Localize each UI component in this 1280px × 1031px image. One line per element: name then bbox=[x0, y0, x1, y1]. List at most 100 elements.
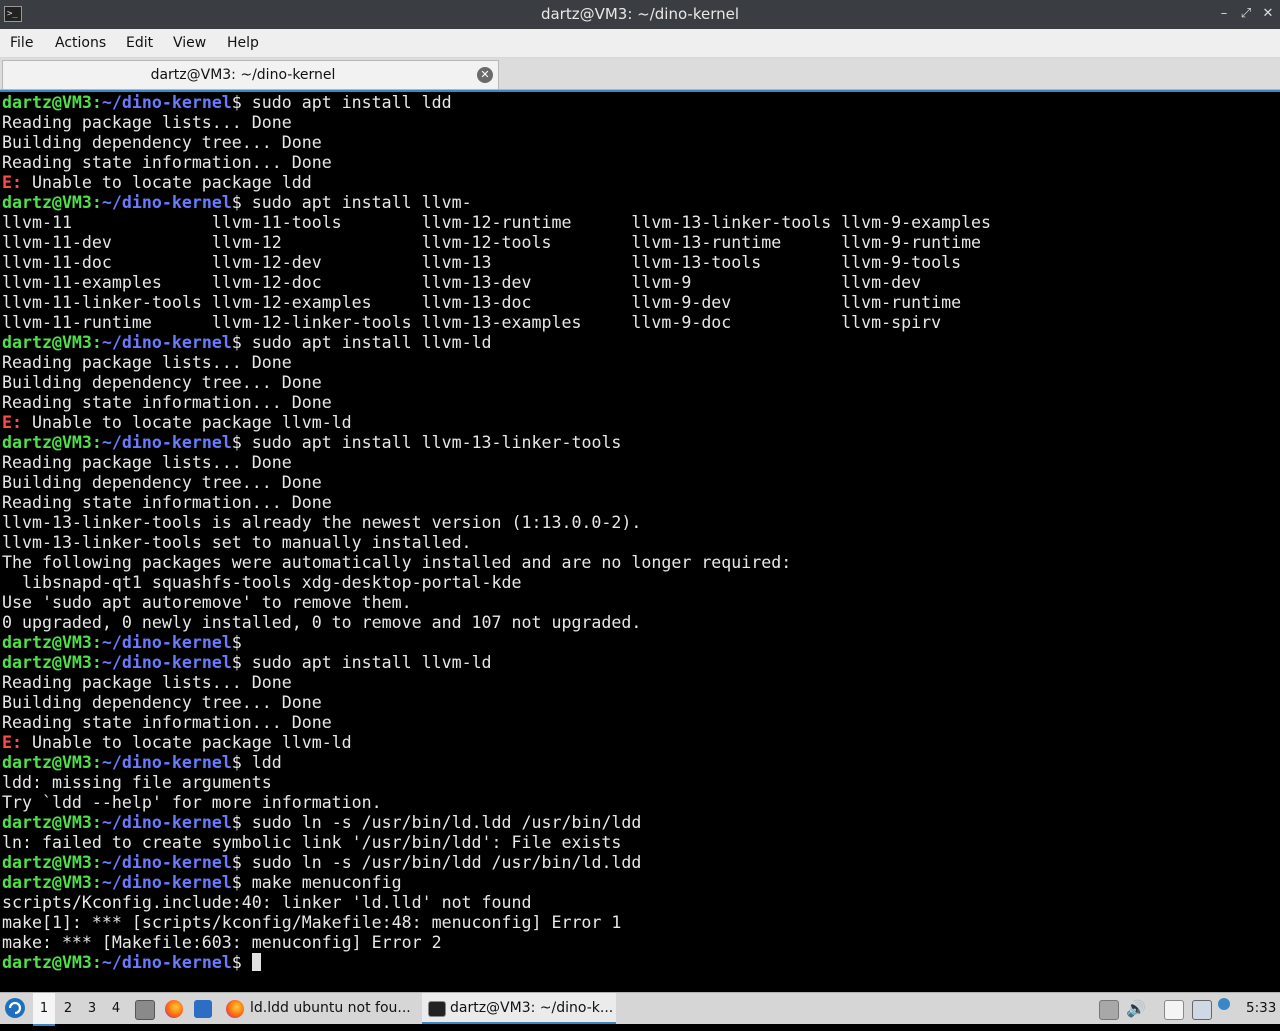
terminal-output-line: llvm-11-dev llvm-12 llvm-12-tools llvm-1… bbox=[2, 233, 982, 252]
prompt-command: make menuconfig bbox=[251, 873, 402, 892]
menu-view[interactable]: View bbox=[173, 29, 206, 57]
terminal-output-line: Reading package lists... Done bbox=[2, 673, 292, 692]
terminal-prompt-line: dartz@VM3:~/dino-kernel$ sudo apt instal… bbox=[2, 433, 991, 453]
workspace-4[interactable]: 4 bbox=[105, 993, 127, 1024]
prompt-separator: : bbox=[91, 813, 102, 832]
terminal-prompt-line: dartz@VM3:~/dino-kernel$ sudo apt instal… bbox=[2, 333, 991, 353]
prompt-user: dartz@VM3 bbox=[2, 93, 92, 112]
file-manager-icon[interactable] bbox=[135, 1000, 155, 1020]
volume-icon[interactable]: 🔊 bbox=[1126, 993, 1146, 1024]
prompt-user: dartz@VM3 bbox=[2, 333, 92, 352]
firefox-icon[interactable] bbox=[165, 1000, 183, 1018]
menu-file[interactable]: File bbox=[10, 29, 33, 57]
terminal-prompt-line: dartz@VM3:~/dino-kernel$ sudo ln -s /usr… bbox=[2, 813, 991, 833]
prompt-symbol: $ bbox=[231, 433, 252, 452]
terminal-output-line: Building dependency tree... Done bbox=[2, 693, 322, 712]
terminal-output-line: llvm-13-linker-tools is already the newe… bbox=[2, 513, 642, 532]
update-notification-icon[interactable] bbox=[1218, 998, 1230, 1010]
terminal-output-line: Building dependency tree... Done bbox=[2, 133, 322, 152]
terminal-prompt-line: dartz@VM3:~/dino-kernel$ make menuconfig bbox=[2, 873, 991, 893]
prompt-user: dartz@VM3 bbox=[2, 873, 92, 892]
terminal-output-line: Try `ldd --help' for more information. bbox=[2, 793, 382, 812]
terminal-prompt-line: dartz@VM3:~/dino-kernel$ bbox=[2, 633, 991, 653]
desktop-icon[interactable] bbox=[194, 1000, 212, 1018]
prompt-separator: : bbox=[91, 93, 102, 112]
terminal-prompt-line: dartz@VM3:~/dino-kernel$ ldd bbox=[2, 753, 991, 773]
prompt-separator: : bbox=[91, 853, 102, 872]
terminal-output-line: scripts/Kconfig.include:40: linker 'ld.l… bbox=[2, 893, 532, 912]
text-cursor bbox=[251, 953, 261, 971]
prompt-user: dartz@VM3 bbox=[2, 753, 92, 772]
workspace-1[interactable]: 1 bbox=[33, 993, 55, 1026]
prompt-path: ~/dino-kernel bbox=[101, 853, 232, 872]
prompt-command: sudo apt install llvm- bbox=[251, 193, 472, 212]
prompt-user: dartz@VM3 bbox=[2, 953, 92, 972]
prompt-path: ~/dino-kernel bbox=[101, 953, 232, 972]
menu-actions[interactable]: Actions bbox=[55, 29, 106, 57]
terminal-error-line: E: Unable to locate package ldd bbox=[2, 173, 991, 193]
terminal-output-line: libsnapd-qt1 squashfs-tools xdg-desktop-… bbox=[2, 573, 522, 592]
tab-label: dartz@VM3: ~/dino-kernel bbox=[150, 67, 336, 83]
terminal-error-line: E: Unable to locate package llvm-ld bbox=[2, 413, 991, 433]
prompt-separator: : bbox=[91, 753, 102, 772]
terminal-output-line: llvm-11-runtime llvm-12-linker-tools llv… bbox=[2, 313, 942, 332]
task-terminal-label: dartz@VM3: ~/dino-k... bbox=[450, 1000, 614, 1016]
network-icon[interactable] bbox=[1192, 1000, 1212, 1020]
window-title: dartz@VM3: ~/dino-kernel bbox=[540, 5, 740, 23]
prompt-user: dartz@VM3 bbox=[2, 633, 92, 652]
terminal-task-icon bbox=[428, 1001, 446, 1017]
prompt-symbol: $ bbox=[231, 753, 252, 772]
prompt-command: sudo apt install llvm-13-linker-tools bbox=[251, 433, 622, 452]
prompt-path: ~/dino-kernel bbox=[101, 753, 232, 772]
clock[interactable]: 5:33 bbox=[1246, 993, 1278, 1024]
maximize-button[interactable]: ⤢ bbox=[1236, 4, 1256, 24]
prompt-command: sudo apt install llvm-ld bbox=[251, 653, 492, 672]
clipboard-icon[interactable] bbox=[1099, 1000, 1119, 1020]
terminal-output-line: Reading state information... Done bbox=[2, 713, 332, 732]
tab-close-icon[interactable]: ✕ bbox=[477, 67, 493, 83]
tab-terminal[interactable]: dartz@VM3: ~/dino-kernel ✕ bbox=[2, 60, 499, 89]
tab-bar: dartz@VM3: ~/dino-kernel ✕ bbox=[0, 58, 1280, 90]
window-titlebar[interactable]: >_ dartz@VM3: ~/dino-kernel – ⤢ ✕ bbox=[0, 0, 1280, 29]
workspace-3[interactable]: 3 bbox=[81, 993, 103, 1024]
task-firefox[interactable]: ld.ldd ubuntu not fou... bbox=[222, 993, 418, 1024]
menu-edit[interactable]: Edit bbox=[126, 29, 153, 57]
terminal-output-line: Reading package lists... Done bbox=[2, 353, 292, 372]
terminal-output[interactable]: dartz@VM3:~/dino-kernel$ sudo apt instal… bbox=[0, 90, 1280, 990]
terminal-output-line: Reading state information... Done bbox=[2, 393, 332, 412]
prompt-symbol: $ bbox=[231, 953, 252, 972]
minimize-button[interactable]: – bbox=[1214, 4, 1234, 24]
menu-help[interactable]: Help bbox=[227, 29, 259, 57]
terminal-output-line: llvm-13-linker-tools set to manually ins… bbox=[2, 533, 472, 552]
prompt-command: sudo apt install llvm-ld bbox=[251, 333, 492, 352]
terminal-lines: dartz@VM3:~/dino-kernel$ sudo apt instal… bbox=[2, 93, 991, 973]
prompt-symbol: $ bbox=[231, 333, 252, 352]
prompt-path: ~/dino-kernel bbox=[101, 433, 232, 452]
terminal-prompt-line: dartz@VM3:~/dino-kernel$ sudo ln -s /usr… bbox=[2, 853, 991, 873]
terminal-prompt-line: dartz@VM3:~/dino-kernel$ sudo apt instal… bbox=[2, 193, 991, 213]
task-firefox-label: ld.ldd ubuntu not fou... bbox=[250, 1000, 411, 1016]
prompt-path: ~/dino-kernel bbox=[101, 653, 232, 672]
notes-icon[interactable] bbox=[1164, 1000, 1184, 1020]
workspace-2[interactable]: 2 bbox=[57, 993, 79, 1024]
prompt-separator: : bbox=[91, 333, 102, 352]
error-text: Unable to locate package llvm-ld bbox=[21, 413, 352, 432]
terminal-output-line: ldd: missing file arguments bbox=[2, 773, 272, 792]
start-menu-icon bbox=[5, 998, 25, 1018]
prompt-symbol: $ bbox=[231, 873, 252, 892]
terminal-output-line: 0 upgraded, 0 newly installed, 0 to remo… bbox=[2, 613, 642, 632]
terminal-output-line: Reading package lists... Done bbox=[2, 113, 292, 132]
prompt-path: ~/dino-kernel bbox=[101, 813, 232, 832]
terminal-output-line: make: *** [Makefile:603: menuconfig] Err… bbox=[2, 933, 442, 952]
task-terminal[interactable]: dartz@VM3: ~/dino-k... bbox=[422, 993, 616, 1024]
terminal-output-line: Building dependency tree... Done bbox=[2, 373, 322, 392]
prompt-user: dartz@VM3 bbox=[2, 193, 92, 212]
error-text: Unable to locate package llvm-ld bbox=[21, 733, 352, 752]
prompt-symbol: $ bbox=[231, 813, 252, 832]
prompt-separator: : bbox=[91, 873, 102, 892]
terminal-prompt-line: dartz@VM3:~/dino-kernel$ bbox=[2, 953, 991, 973]
prompt-separator: : bbox=[91, 433, 102, 452]
close-button[interactable]: ✕ bbox=[1258, 4, 1278, 24]
prompt-user: dartz@VM3 bbox=[2, 433, 92, 452]
start-menu-button[interactable] bbox=[4, 993, 28, 1024]
